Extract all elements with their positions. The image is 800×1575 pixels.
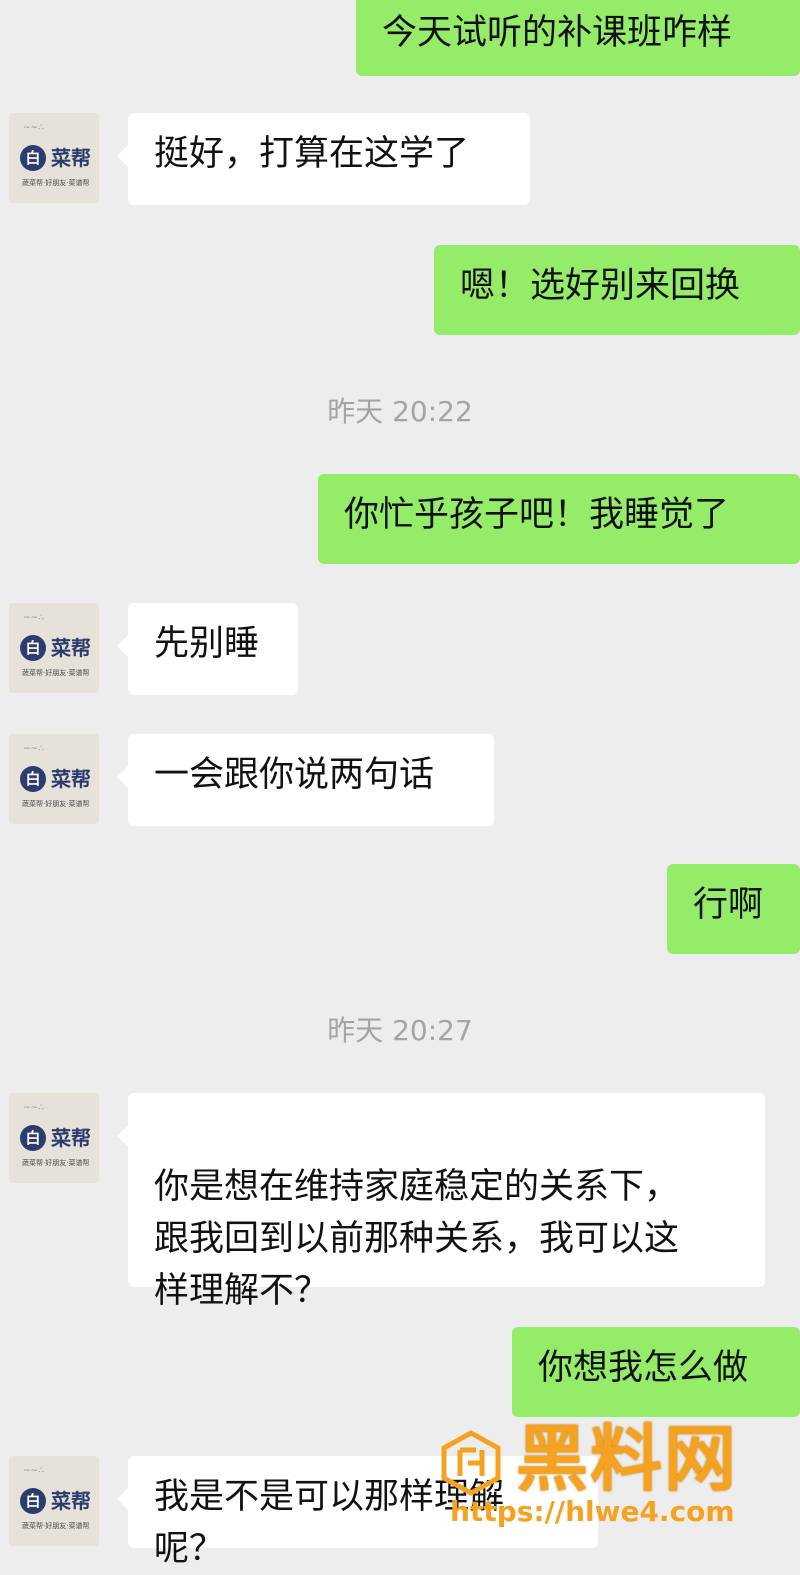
contact-avatar[interactable]: ~~∴ 白 菜帮 蔬菜帮·好朋友·菜谱帮 bbox=[9, 1456, 99, 1546]
watermark-logo-icon bbox=[441, 1430, 501, 1496]
watermark-title: 黑料网 bbox=[516, 1417, 739, 1501]
message-text: 你想我怎么做 bbox=[538, 1348, 749, 1388]
message-text: 一会跟你说两句话 bbox=[154, 755, 435, 795]
received-message-bubble[interactable]: 挺好，打算在这学了 bbox=[117, 113, 530, 205]
watermark-url: https://hlwe4.com bbox=[450, 1495, 735, 1528]
avatar-badge: 白 bbox=[20, 635, 46, 661]
avatar-brand: 菜帮 bbox=[51, 146, 91, 170]
avatar-slogan: 蔬菜帮·好朋友·菜谱帮 bbox=[22, 179, 90, 187]
site-watermark: 黑料网 https://hlwe4.com bbox=[438, 1417, 788, 1530]
avatar-brand: 菜帮 bbox=[51, 636, 91, 660]
received-message-bubble[interactable]: 你是想在维持家庭稳定的关系下， 跟我回到以前那种关系，我可以这 样理解不？ bbox=[117, 1093, 765, 1311]
avatar-dots: ~~∴ bbox=[23, 613, 44, 623]
sent-message-bubble[interactable]: 今天试听的补课班咋样 bbox=[356, 0, 800, 76]
message-text: 你是想在维持家庭稳定的关系下， 跟我回到以前那种关系，我可以这 样理解不？ bbox=[154, 1167, 680, 1311]
contact-avatar[interactable]: ~~∴ 白 菜帮 蔬菜帮·好朋友·菜谱帮 bbox=[9, 603, 99, 693]
contact-avatar[interactable]: ~~∴ 白 菜帮 蔬菜帮·好朋友·菜谱帮 bbox=[9, 734, 99, 824]
message-text: 今天试听的补课班咋样 bbox=[382, 13, 733, 53]
avatar-slogan: 蔬菜帮·好朋友·菜谱帮 bbox=[22, 1522, 90, 1530]
avatar-slogan: 蔬菜帮·好朋友·菜谱帮 bbox=[22, 1159, 90, 1167]
avatar-brand: 菜帮 bbox=[51, 767, 91, 791]
avatar-badge: 白 bbox=[20, 145, 46, 171]
avatar-dots: ~~∴ bbox=[23, 744, 44, 754]
message-text: 你忙乎孩子吧！我睡觉了 bbox=[344, 495, 730, 535]
chat-window: 今天试听的补课班咋样 ~~∴ 白 菜帮 蔬菜帮·好朋友·菜谱帮 挺好，打算在这学… bbox=[0, 0, 800, 1569]
avatar-badge: 白 bbox=[20, 1125, 46, 1151]
avatar-badge: 白 bbox=[20, 1488, 46, 1514]
contact-avatar[interactable]: ~~∴ 白 菜帮 蔬菜帮·好朋友·菜谱帮 bbox=[9, 113, 99, 203]
timestamp: 昨天 20:27 bbox=[327, 1014, 473, 1047]
avatar-dots: ~~∴ bbox=[23, 123, 44, 133]
sent-message-bubble[interactable]: 你想我怎么做 bbox=[512, 1327, 800, 1417]
message-text: 行啊 bbox=[693, 885, 764, 925]
avatar-badge: 白 bbox=[20, 766, 46, 792]
avatar-brand: 菜帮 bbox=[51, 1489, 91, 1513]
received-message-bubble[interactable]: 先别睡 bbox=[117, 603, 298, 695]
timestamp: 昨天 20:22 bbox=[327, 395, 473, 428]
avatar-brand: 菜帮 bbox=[51, 1126, 91, 1150]
sent-message-bubble[interactable]: 嗯！选好别来回换 bbox=[434, 245, 800, 335]
message-text: 嗯！选好别来回换 bbox=[460, 266, 741, 306]
sent-message-bubble[interactable]: 你忙乎孩子吧！我睡觉了 bbox=[318, 474, 800, 564]
contact-avatar[interactable]: ~~∴ 白 菜帮 蔬菜帮·好朋友·菜谱帮 bbox=[9, 1093, 99, 1183]
avatar-slogan: 蔬菜帮·好朋友·菜谱帮 bbox=[22, 800, 90, 808]
received-message-bubble[interactable]: 一会跟你说两句话 bbox=[117, 734, 494, 826]
avatar-dots: ~~∴ bbox=[23, 1103, 44, 1113]
avatar-slogan: 蔬菜帮·好朋友·菜谱帮 bbox=[22, 669, 90, 677]
avatar-dots: ~~∴ bbox=[23, 1466, 44, 1476]
sent-message-bubble[interactable]: 行啊 bbox=[667, 864, 800, 954]
message-text: 挺好，打算在这学了 bbox=[154, 134, 470, 174]
message-text: 先别睡 bbox=[154, 624, 260, 664]
